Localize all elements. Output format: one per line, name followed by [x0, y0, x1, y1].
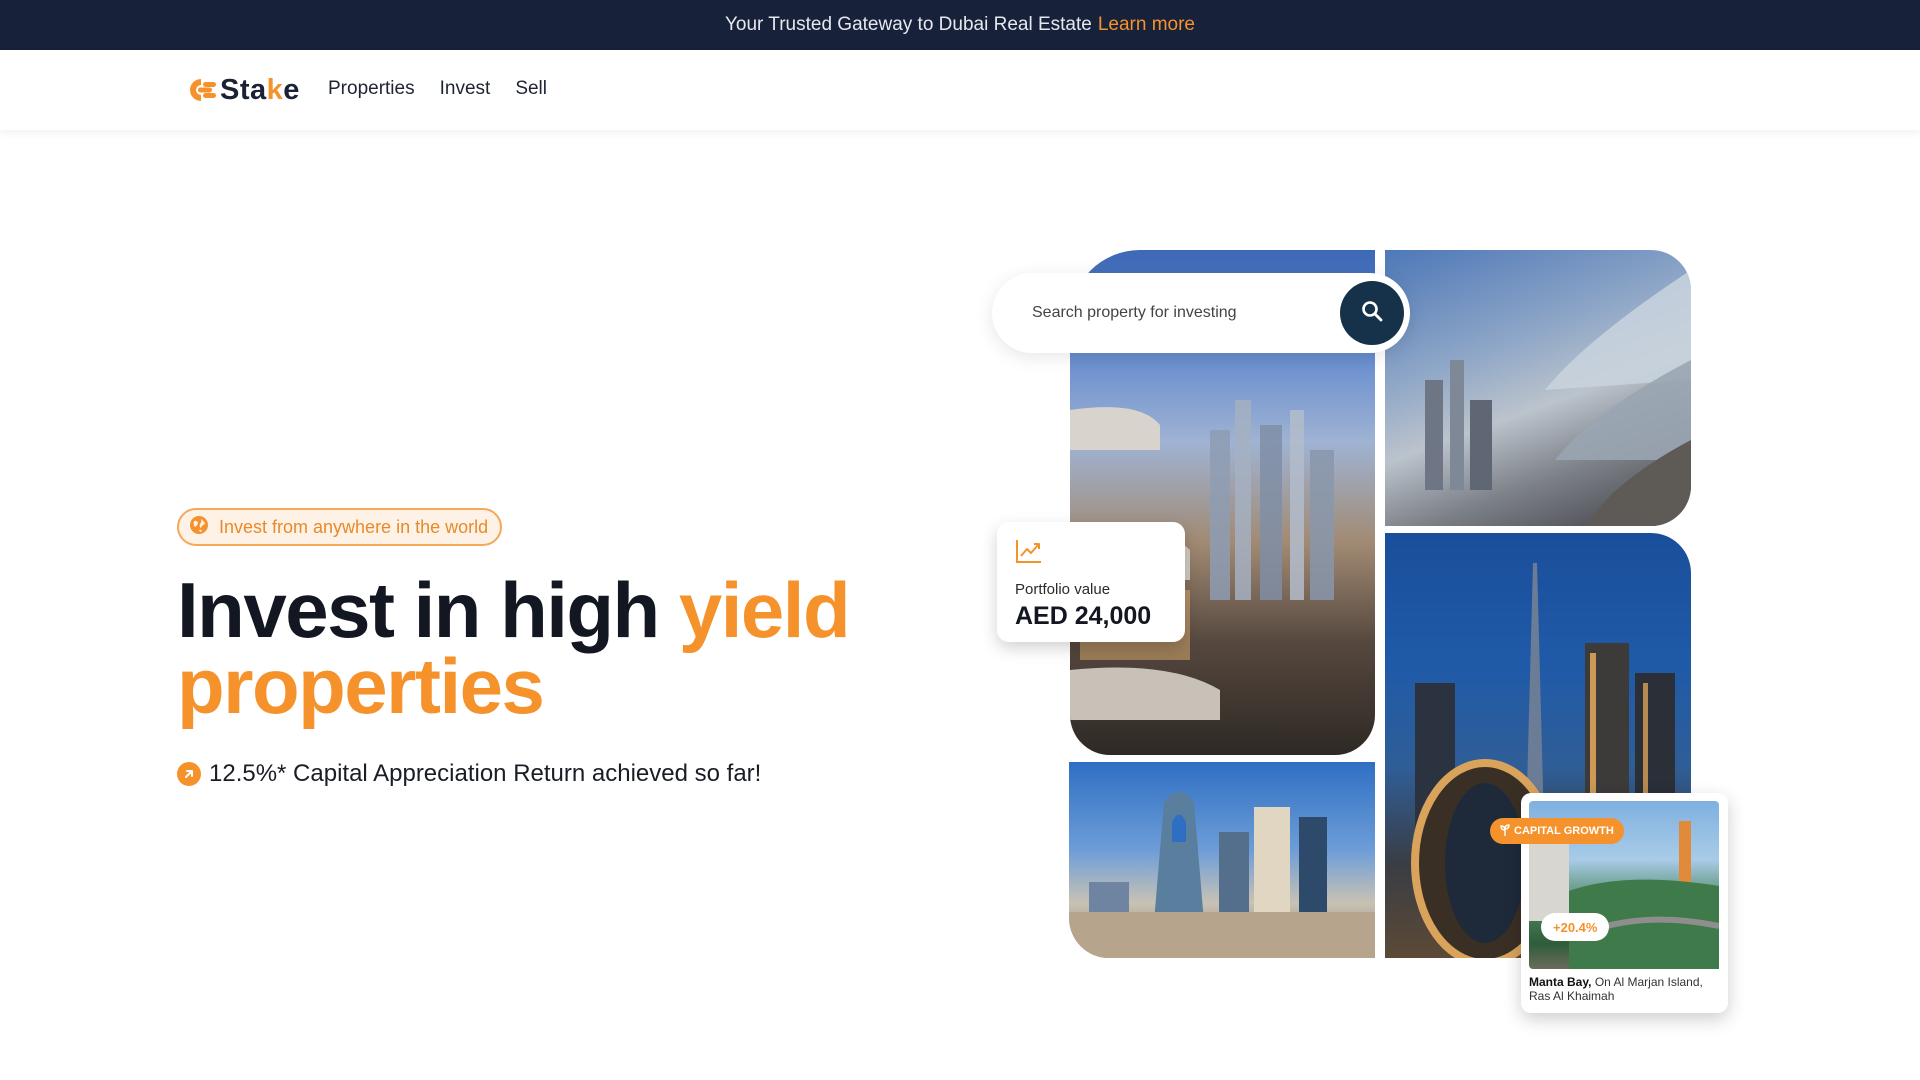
top-navbar: Stake Properties Invest Sell	[0, 50, 1920, 130]
nav-item-properties[interactable]: Properties	[328, 78, 415, 100]
globe-icon	[189, 515, 209, 540]
arrow-up-right-icon	[177, 762, 201, 786]
hero-pill: Invest from anywhere in the world	[177, 508, 503, 546]
main-nav: Properties Invest Sell	[328, 78, 547, 100]
hero-section: Invest from anywhere in the world Invest…	[177, 508, 937, 788]
hero-pill-text: Invest from anywhere in the world	[219, 516, 489, 537]
search-button[interactable]	[1340, 281, 1404, 345]
hero-stat: 12.5%* Capital Appreciation Return achie…	[177, 760, 937, 788]
trending-up-icon	[1015, 540, 1043, 568]
property-caption: Manta Bay, On Al Marjan Island, Ras Al K…	[1529, 975, 1720, 1003]
price-change-badge: +20.4%	[1541, 913, 1610, 941]
search-icon	[1360, 299, 1384, 328]
sprout-icon	[1500, 823, 1510, 839]
announcement-text: Your Trusted Gateway to Dubai Real Estat…	[724, 14, 1092, 35]
capital-growth-label: CAPITAL GROWTH	[1514, 825, 1614, 837]
hero-stat-text: 12.5%* Capital Appreciation Return achie…	[209, 760, 762, 787]
capital-growth-badge: CAPITAL GROWTH	[1490, 818, 1624, 844]
portfolio-value: AED 24,000	[1015, 602, 1152, 630]
logo[interactable]: Stake	[184, 72, 300, 108]
search-input[interactable]	[1032, 304, 1322, 322]
portfolio-label: Portfolio value	[1015, 581, 1111, 598]
logo-text: Stake	[220, 73, 300, 106]
nav-item-invest[interactable]: Invest	[440, 78, 491, 100]
logo-mark-icon	[184, 76, 218, 104]
nav-item-sell[interactable]: Sell	[515, 78, 547, 100]
announcement-bar: Your Trusted Gateway to Dubai Real Estat…	[0, 0, 1920, 50]
property-search-bar	[992, 273, 1410, 353]
property-name: Manta Bay,	[1529, 975, 1592, 989]
property-photo-curved-balconies	[1385, 250, 1691, 526]
learn-more-link[interactable]: Learn more	[1098, 14, 1195, 36]
portfolio-value-card: Portfolio value AED 24,000	[997, 522, 1185, 642]
property-photo-riyadh-skyline	[1069, 762, 1375, 958]
hero-headline: Invest in high yield properties	[177, 566, 851, 730]
